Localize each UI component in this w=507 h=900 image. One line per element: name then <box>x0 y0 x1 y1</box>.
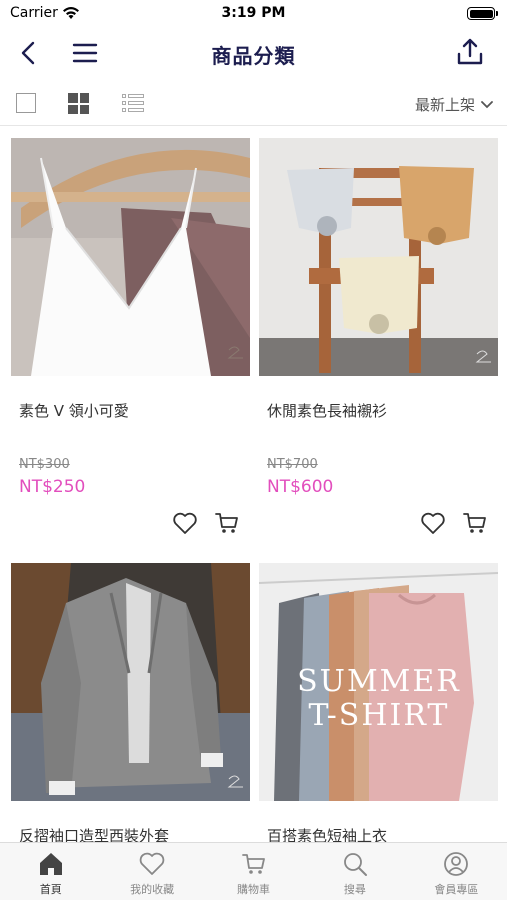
sale-price: NT$600 <box>267 477 334 497</box>
status-bar: Carrier 3:19 PM <box>0 0 507 28</box>
product-card[interactable]: 反摺袖口造型西裝外套 <box>11 563 250 845</box>
sort-label: 最新上架 <box>414 96 475 114</box>
favorite-button[interactable] <box>420 511 446 535</box>
list-view-button[interactable] <box>122 94 144 112</box>
tab-cart[interactable]: 購物車 <box>203 843 304 900</box>
tab-member[interactable]: 會員專區 <box>406 843 507 900</box>
tab-label: 搜尋 <box>343 883 366 896</box>
grid-view-button[interactable] <box>68 93 89 114</box>
original-price: NT$300 <box>19 457 70 472</box>
sort-dropdown[interactable]: 最新上架 <box>415 94 493 115</box>
image-text-line1: SUMMER <box>297 664 461 699</box>
tab-label: 購物車 <box>237 883 271 896</box>
tab-label: 首頁 <box>39 883 62 896</box>
product-image[interactable] <box>11 563 250 801</box>
heart-icon <box>421 512 445 534</box>
cart-icon <box>241 854 265 874</box>
add-to-cart-button[interactable] <box>462 511 488 535</box>
image-text-line2: T-SHIRT <box>309 698 450 733</box>
share-icon <box>457 38 483 65</box>
user-icon <box>444 852 469 876</box>
search-icon <box>344 853 367 876</box>
clock: 3:19 PM <box>221 5 286 21</box>
product-card[interactable]: SUMMER T-SHIRT 百搭素色短袖上衣 <box>259 563 498 845</box>
product-image[interactable] <box>259 138 498 376</box>
cart-icon <box>215 513 238 533</box>
chevron-down-icon <box>481 100 493 108</box>
tab-label: 我的收藏 <box>130 883 175 896</box>
share-button[interactable] <box>455 37 485 67</box>
tab-label: 會員專區 <box>434 883 479 896</box>
tab-search[interactable]: 搜尋 <box>304 843 405 900</box>
product-name[interactable]: 休閒素色長袖襯衫 <box>267 400 387 421</box>
product-image[interactable] <box>11 138 250 376</box>
heart-icon <box>173 512 197 534</box>
add-to-cart-button[interactable] <box>214 511 240 535</box>
product-name[interactable]: 素色 V 領小可愛 <box>19 400 129 421</box>
product-card[interactable]: 休閒素色長袖襯衫 NT$700 NT$600 <box>259 138 498 534</box>
nav-bar: 商品分類 <box>0 28 507 78</box>
original-price: NT$700 <box>267 457 318 472</box>
product-card[interactable]: 素色 V 領小可愛 NT$300 NT$250 <box>11 138 250 534</box>
tab-favorites[interactable]: 我的收藏 <box>101 843 202 900</box>
single-view-button[interactable] <box>16 93 36 113</box>
product-image[interactable]: SUMMER T-SHIRT <box>259 563 498 801</box>
battery-icon <box>467 7 498 20</box>
view-toolbar: 最新上架 <box>0 80 507 126</box>
heart-icon <box>139 852 165 875</box>
tab-home[interactable]: 首頁 <box>0 843 101 900</box>
page-title: 商品分類 <box>211 44 296 68</box>
cart-icon <box>463 513 486 533</box>
sale-price: NT$250 <box>19 477 86 497</box>
tab-bar: 首頁 我的收藏 購物車 搜尋 會員專區 <box>0 842 507 900</box>
list-icon <box>122 94 144 112</box>
home-icon <box>39 853 62 875</box>
favorite-button[interactable] <box>172 511 198 535</box>
